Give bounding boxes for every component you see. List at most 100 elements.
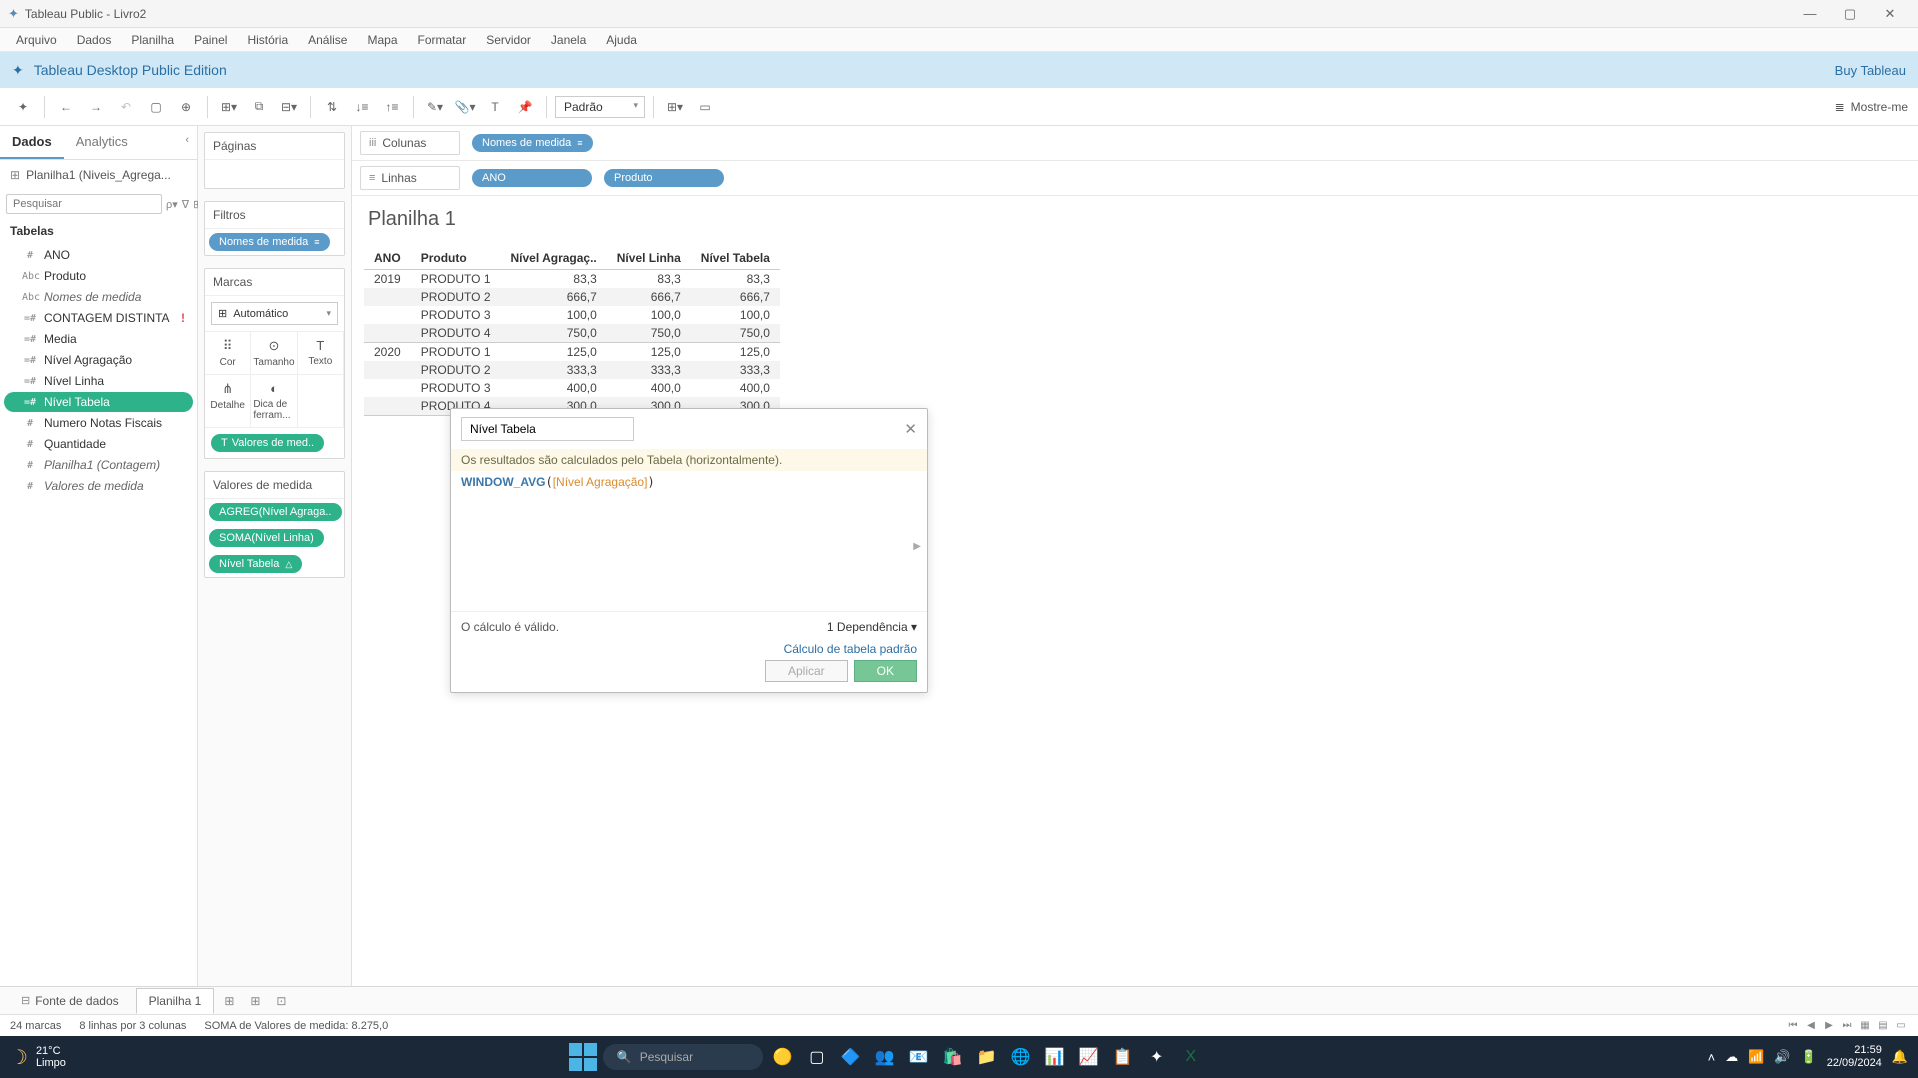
col-header[interactable]: Produto [411,247,501,270]
view-film-icon[interactable]: ▤ [1876,1019,1890,1033]
table-row[interactable]: PRODUTO 2666,7666,7666,7 [364,288,780,306]
app-outlook[interactable]: 📧 [905,1043,933,1071]
table-row[interactable]: 2020PRODUTO 1125,0125,0125,0 [364,343,780,362]
mark-tamanho[interactable]: ⊙Tamanho [251,332,297,375]
wifi-icon[interactable]: 📶 [1748,1049,1764,1065]
col-header[interactable]: Nível Linha [607,247,691,270]
nav-last-icon[interactable]: ⏭ [1840,1019,1854,1033]
battery-icon[interactable]: 🔋 [1801,1049,1817,1065]
taskbar-search[interactable]: 🔍Pesquisar [603,1044,763,1070]
new-data-button[interactable]: ⊕ [173,94,199,120]
new-story-button[interactable]: ⊡ [270,990,292,1012]
filter-icon[interactable]: ∇ [182,195,189,213]
expand-icon[interactable]: ▶ [913,541,921,552]
onedrive-icon[interactable]: ☁ [1725,1049,1738,1065]
app-taskview[interactable]: ▢ [803,1043,831,1071]
table-row[interactable]: PRODUTO 3100,0100,0100,0 [364,306,780,324]
menu-mapa[interactable]: Mapa [357,30,407,50]
tab-dados[interactable]: Dados [0,126,64,159]
calc-editor[interactable]: WINDOW_AVG([Nível Agragação]) ▶ [451,471,927,611]
mark-cor[interactable]: ⠿Cor [205,332,251,375]
menu-dados[interactable]: Dados [67,30,122,50]
close-icon[interactable]: ✕ [904,420,917,438]
table-row[interactable]: PRODUTO 4750,0750,0750,0 [364,324,780,343]
mv-pill[interactable]: AGREG(Nível Agraga.. [209,503,342,521]
shelf-pill-nomes-de-medida[interactable]: Nomes de medida≡ [472,134,593,152]
data-source[interactable]: ⊞ Planilha1 (Niveis_Agrega... [0,160,197,190]
ok-button[interactable]: OK [854,660,917,682]
weather-widget[interactable]: ☽ 21°C Limpo [10,1045,66,1070]
field-nomes-de-medida[interactable]: AbcNomes de medida [4,287,193,307]
save-button[interactable]: ▢ [143,94,169,120]
nav-next-icon[interactable]: ▶ [1822,1019,1836,1033]
tab-datasource[interactable]: ⊟Fonte de dados [8,988,132,1014]
buy-tableau-link[interactable]: Buy Tableau [1835,63,1906,78]
col-header[interactable]: Nível Tabela [691,247,780,270]
search-input[interactable] [6,194,162,214]
duplicate-button[interactable]: ⧉ [246,94,272,120]
new-sheet-button[interactable]: ⊞▾ [216,94,242,120]
undo-button[interactable]: ↶ [113,94,139,120]
clear-button[interactable]: ⊟▾ [276,94,302,120]
field-media[interactable]: =#Media [4,329,193,349]
notifications-icon[interactable]: 🔔 [1892,1049,1908,1065]
rows-shelf[interactable]: ≡Linhas ANOProduto [352,161,1918,196]
show-me-button[interactable]: ≣ Mostre-me [1835,100,1908,114]
volume-icon[interactable]: 🔊 [1774,1049,1790,1065]
calc-dependency-dropdown[interactable]: 1 Dependência ▾ [827,620,917,634]
view-tabs-icon[interactable]: ▦ [1858,1019,1872,1033]
field-contagem-distinta[interactable]: =#CONTAGEM DISTINTA! [4,308,193,328]
col-header[interactable]: ANO [364,247,411,270]
menu-ajuda[interactable]: Ajuda [596,30,647,50]
minimize-button[interactable]: — [1790,0,1830,28]
fit-select[interactable]: Padrão [555,96,645,118]
nav-prev-icon[interactable]: ◀ [1804,1019,1818,1033]
sheet-title[interactable]: Planilha 1 [352,196,1918,243]
new-worksheet-button[interactable]: ⊞ [218,990,240,1012]
label-button[interactable]: T [482,94,508,120]
table-row[interactable]: PRODUTO 2333,3333,3333,3 [364,361,780,379]
menu-análise[interactable]: Análise [298,30,357,50]
maximize-button[interactable]: ▢ [1830,0,1870,28]
mark-detalhe[interactable]: ⋔Detalhe [205,375,251,428]
sort-desc-button[interactable]: ↑≡ [379,94,405,120]
app-chrome[interactable]: 🌐 [1007,1043,1035,1071]
app-copilot2[interactable]: 🔷 [837,1043,865,1071]
shelf-pill-ano[interactable]: ANO [472,169,592,187]
marks-pill-valores[interactable]: TValores de med.. [211,434,324,452]
back-button[interactable]: ← [53,94,79,120]
field-produto[interactable]: AbcProduto [4,266,193,286]
pin-button[interactable]: 📌 [512,94,538,120]
app-explorer[interactable]: 📁 [973,1043,1001,1071]
menu-arquivo[interactable]: Arquivo [6,30,67,50]
collapse-panel-button[interactable]: ‹ [177,126,197,159]
table-row[interactable]: PRODUTO 3400,0400,0400,0 [364,379,780,397]
highlight-button[interactable]: ✎▾ [422,94,448,120]
tab-planilha1[interactable]: Planilha 1 [136,988,215,1014]
app-teams[interactable]: 👥 [871,1043,899,1071]
new-dashboard-button[interactable]: ⊞ [244,990,266,1012]
nav-first-icon[interactable]: ⏮ [1786,1019,1800,1033]
tableau-icon[interactable]: ✦ [10,94,36,120]
sort-asc-button[interactable]: ↓≡ [349,94,375,120]
app-store[interactable]: 🛍️ [939,1043,967,1071]
menu-janela[interactable]: Janela [541,30,596,50]
app-misc1[interactable]: 📊 [1041,1043,1069,1071]
group-button[interactable]: 📎▾ [452,94,478,120]
tab-analytics[interactable]: Analytics [64,126,140,159]
table-row[interactable]: 2019PRODUTO 183,383,383,3 [364,270,780,289]
search-dropdown-icon[interactable]: ρ▾ [166,195,178,213]
start-button[interactable] [569,1043,597,1071]
field-valores-de-medida[interactable]: #Valores de medida [4,476,193,496]
field-ano[interactable]: #ANO [4,245,193,265]
menu-história[interactable]: História [237,30,298,50]
mv-pill[interactable]: SOMA(Nível Linha) [209,529,324,547]
cards-button[interactable]: ⊞▾ [662,94,688,120]
present-button[interactable]: ▭ [692,94,718,120]
shelf-pill-produto[interactable]: Produto [604,169,724,187]
field-nível-agragação[interactable]: =#Nível Agragação [4,350,193,370]
menu-servidor[interactable]: Servidor [476,30,541,50]
view-list-icon[interactable]: ▭ [1894,1019,1908,1033]
forward-button[interactable]: → [83,94,109,120]
app-copilot[interactable]: 🟡 [769,1043,797,1071]
